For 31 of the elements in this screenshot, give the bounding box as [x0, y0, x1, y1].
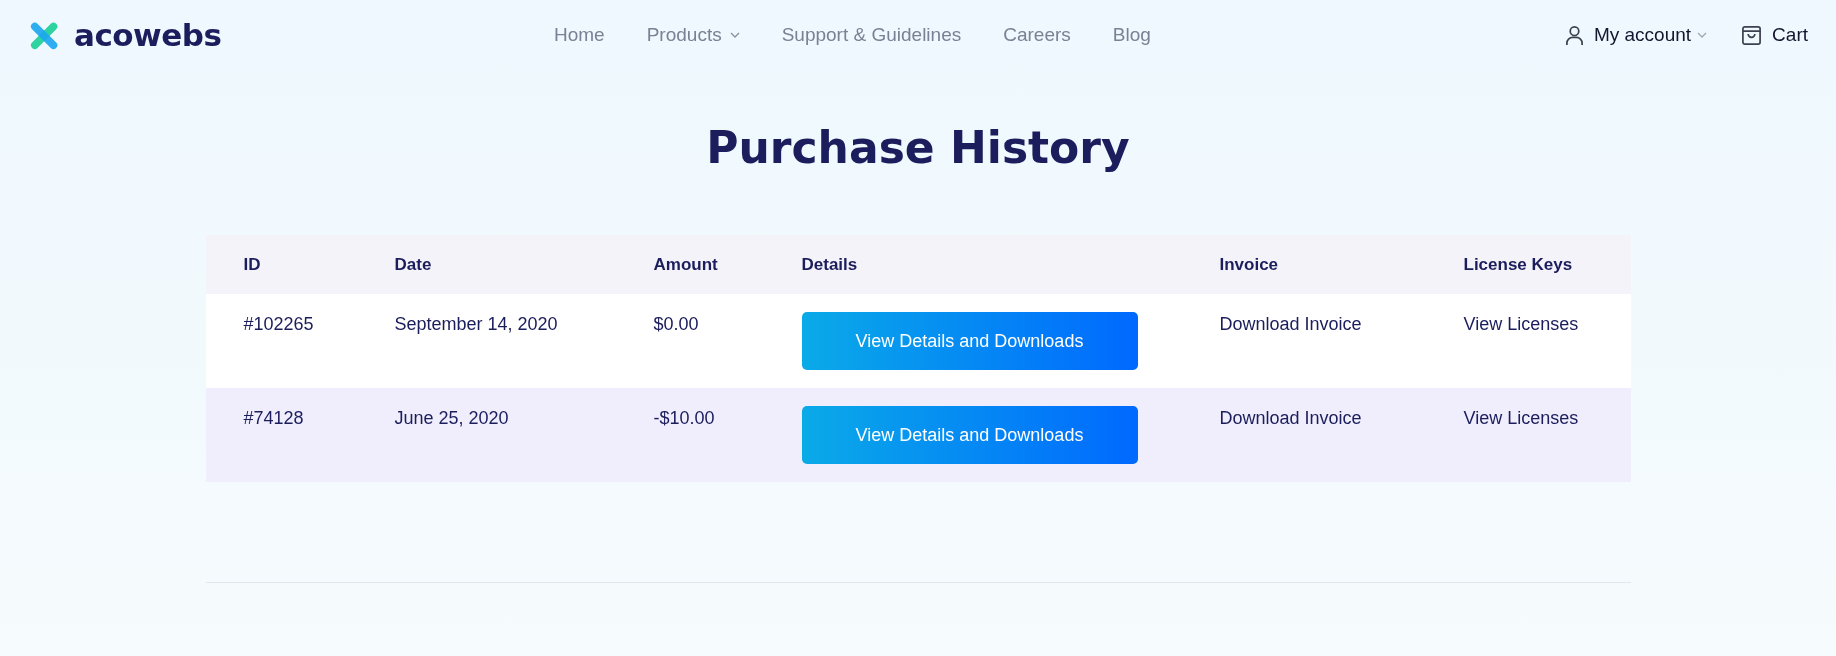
nav-link[interactable]: Blog	[1112, 24, 1151, 46]
nav-link[interactable]: Support & Guidelines	[781, 24, 962, 46]
page-title: Purchase History	[705, 122, 1131, 173]
view-details-button[interactable]: View Details and Downloads	[801, 406, 1138, 464]
shopping-bag-icon	[1741, 24, 1763, 46]
logo-text[interactable]: acowebs	[74, 17, 222, 53]
order-amount: -$10.00	[653, 408, 716, 429]
column-header: Amount	[653, 254, 719, 275]
column-header: License Keys	[1463, 254, 1574, 275]
nav-link[interactable]: Home	[554, 24, 605, 46]
column-header: Details	[801, 254, 859, 275]
column-header: Date	[394, 254, 433, 275]
download-invoice-link[interactable]: Download Invoice	[1219, 314, 1362, 334]
view-licenses-link[interactable]: View Licenses	[1463, 408, 1579, 428]
chevron-down-icon	[1697, 32, 1708, 38]
user-icon	[1564, 24, 1584, 46]
order-date: June 25, 2020	[394, 408, 510, 429]
nav-link[interactable]: Products	[646, 24, 740, 46]
cart-link[interactable]: Cart	[1772, 24, 1808, 46]
order-id: #102265	[243, 314, 315, 335]
column-header: ID	[243, 254, 262, 275]
account-link[interactable]: My account	[1593, 24, 1692, 46]
order-date: September 14, 2020	[394, 314, 559, 335]
order-id: #74128	[243, 408, 305, 429]
nav-link[interactable]: Careers	[1003, 24, 1071, 46]
view-details-button[interactable]: View Details and Downloads	[801, 312, 1138, 370]
column-header: Invoice	[1219, 254, 1280, 275]
view-licenses-link[interactable]: View Licenses	[1463, 314, 1579, 334]
order-amount: $0.00	[653, 314, 700, 335]
download-invoice-link[interactable]: Download Invoice	[1219, 408, 1362, 428]
chevron-down-icon	[729, 32, 740, 38]
